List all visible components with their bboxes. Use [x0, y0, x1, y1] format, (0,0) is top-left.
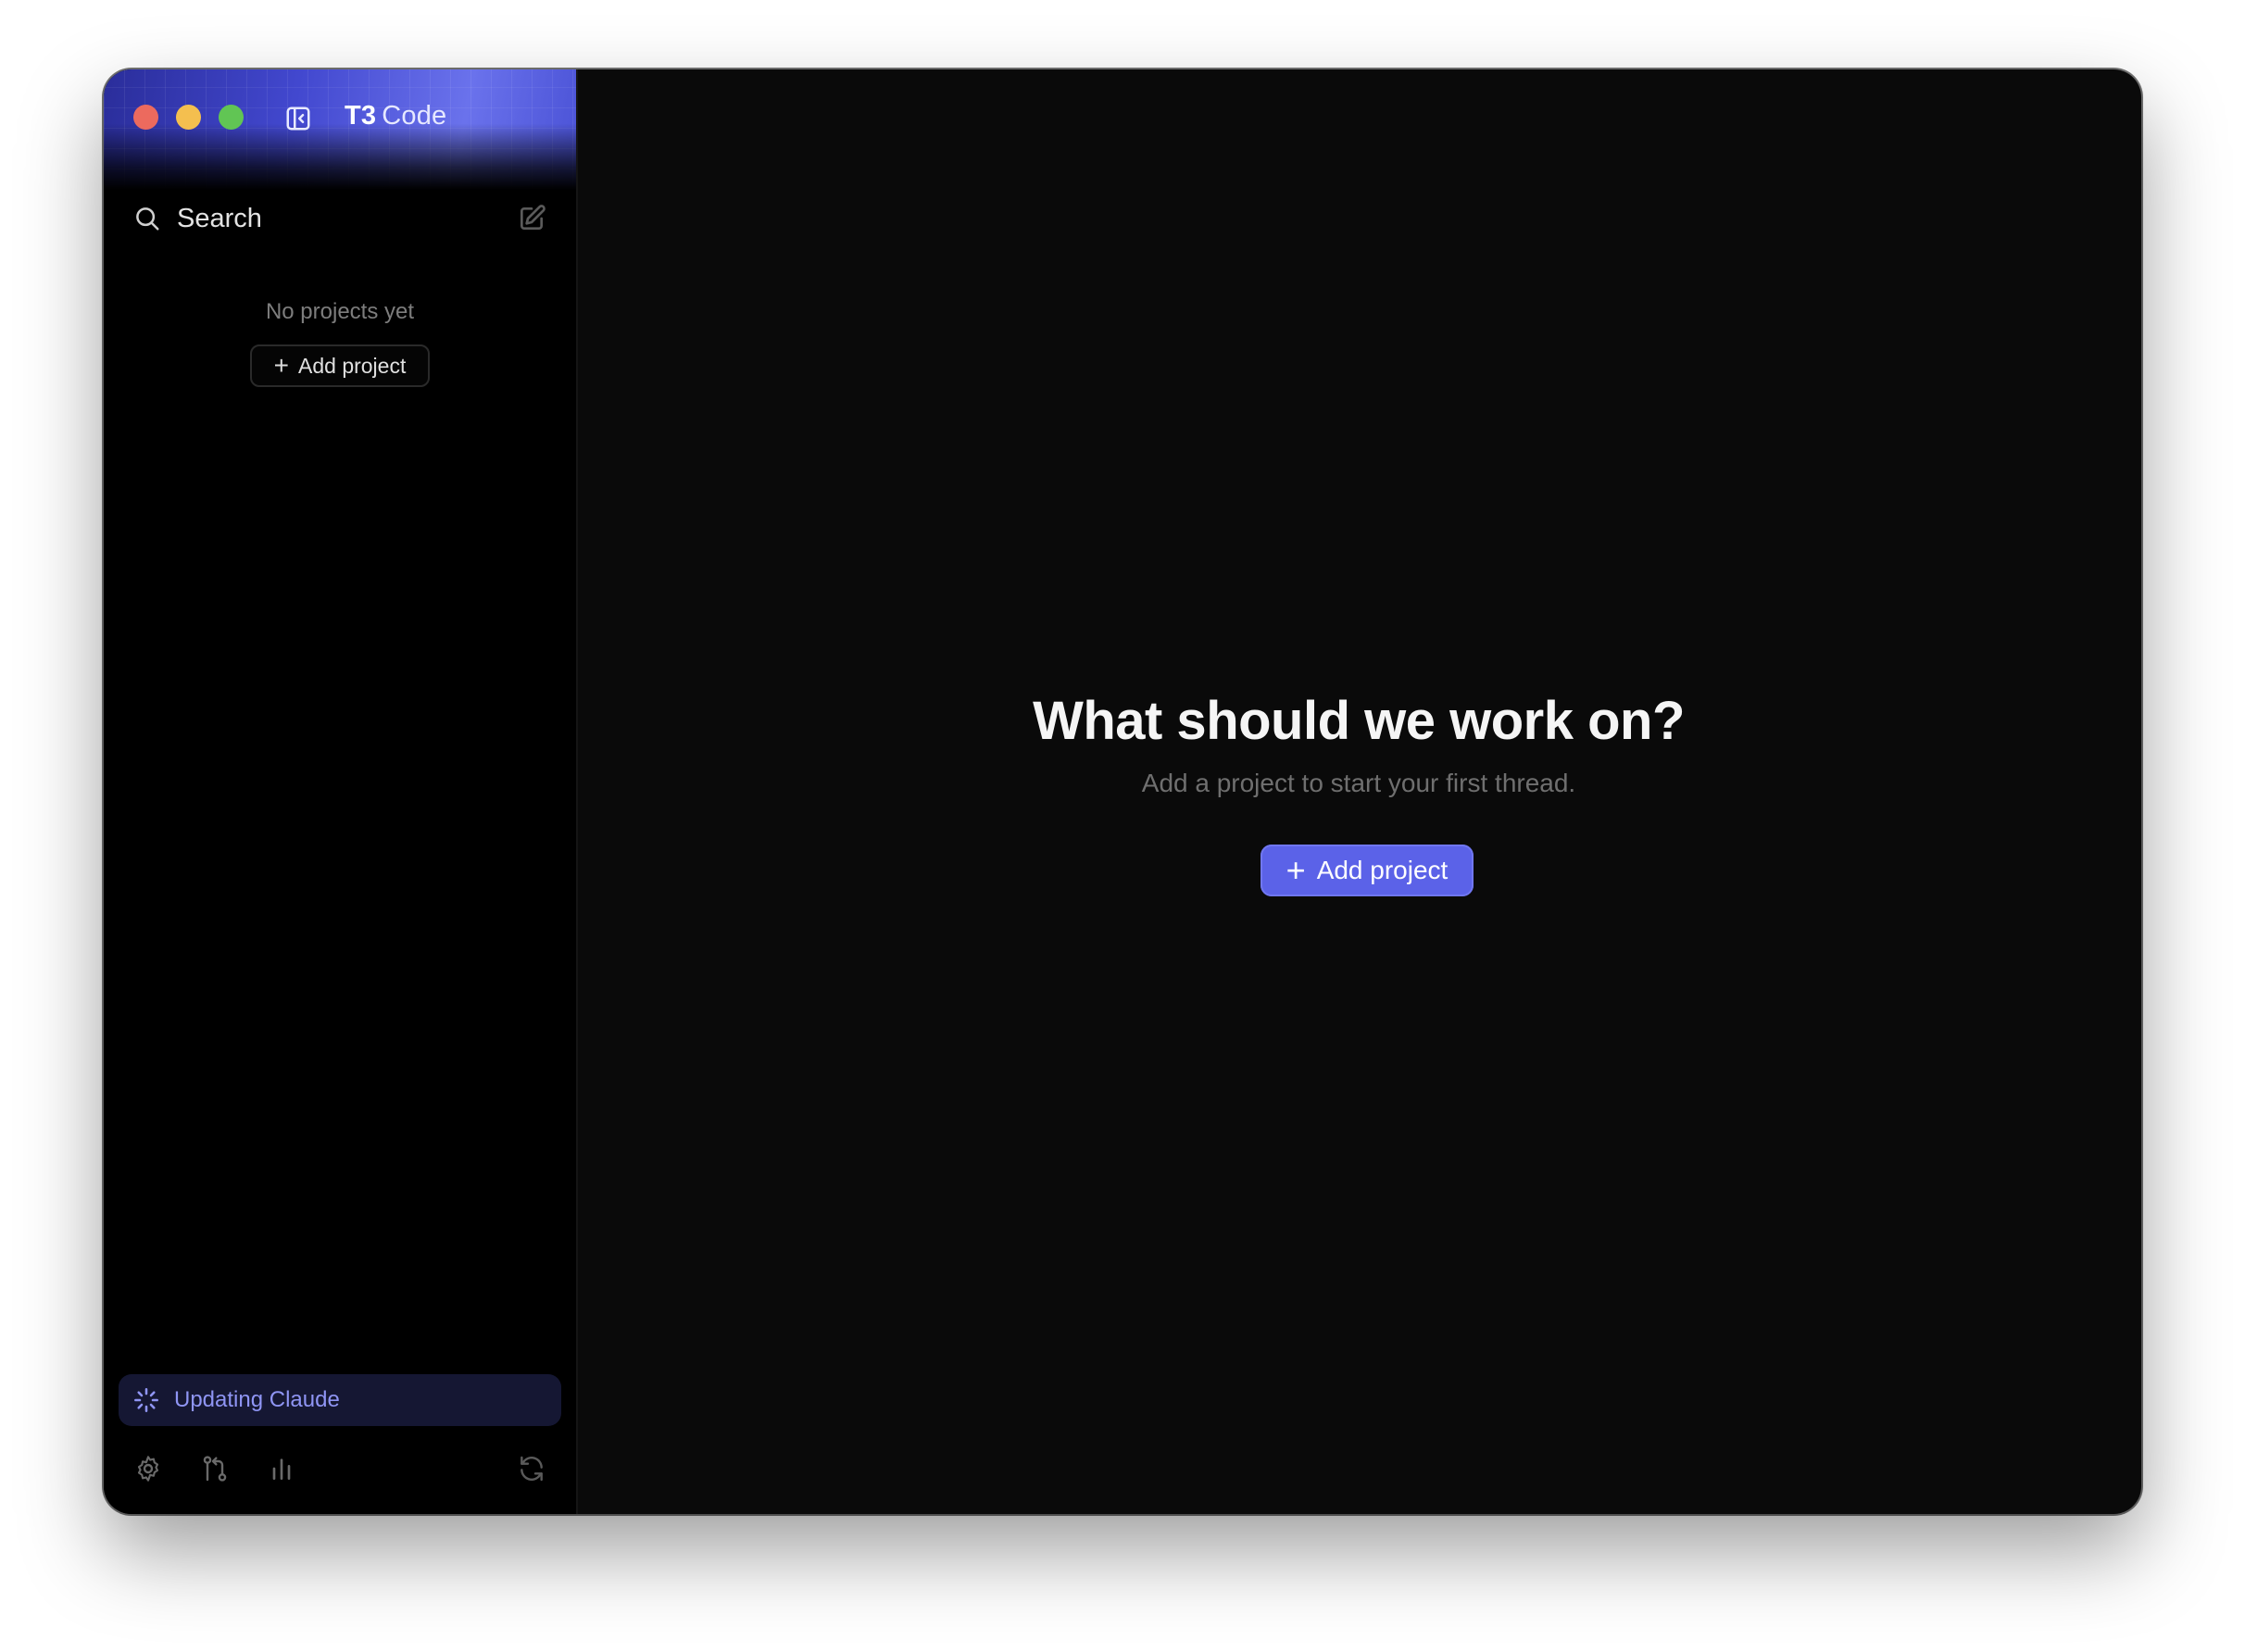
loader-icon: [134, 1388, 158, 1412]
empty-projects-message: No projects yet: [265, 299, 415, 324]
app-window: T3 Code Search No projects yet + Add proj…: [104, 69, 2141, 1514]
sidebar-footer: [133, 1454, 546, 1491]
page-title: What should we work on?: [1033, 691, 1685, 751]
bar-chart-icon[interactable]: [267, 1454, 296, 1483]
app-title-light: Code: [382, 101, 447, 131]
zoom-window-button[interactable]: [219, 105, 244, 130]
main-panel: What should we work on? Add a project to…: [576, 69, 2141, 1514]
sidebar-add-project-button[interactable]: + Add project: [250, 344, 430, 387]
gear-icon[interactable]: [133, 1454, 163, 1483]
sidebar-toggle-icon[interactable]: [284, 105, 312, 132]
sidebar-add-project-label: Add project: [298, 353, 407, 378]
minimize-window-button[interactable]: [176, 105, 201, 130]
status-label: Updating Claude: [174, 1387, 340, 1412]
app-title-bold: T3: [345, 101, 377, 131]
plus-icon: +: [1286, 851, 1306, 889]
sidebar: T3 Code Search No projects yet + Add proj…: [104, 69, 578, 1514]
add-project-button[interactable]: + Add project: [1260, 845, 1474, 896]
search-icon: [136, 207, 159, 231]
titlebar: T3 Code: [104, 69, 576, 190]
refresh-icon[interactable]: [517, 1454, 546, 1483]
status-updating-claude[interactable]: Updating Claude: [119, 1374, 561, 1426]
page-subtitle: Add a project to start your first thread…: [1141, 769, 1576, 797]
compose-icon[interactable]: [517, 204, 546, 233]
close-window-button[interactable]: [133, 105, 158, 130]
search-button[interactable]: Search: [133, 195, 546, 242]
plus-icon: +: [273, 351, 289, 380]
app-title: T3 Code: [345, 101, 446, 131]
add-project-label: Add project: [1316, 856, 1449, 884]
git-compare-icon[interactable]: [200, 1454, 230, 1483]
search-label: Search: [177, 203, 262, 233]
